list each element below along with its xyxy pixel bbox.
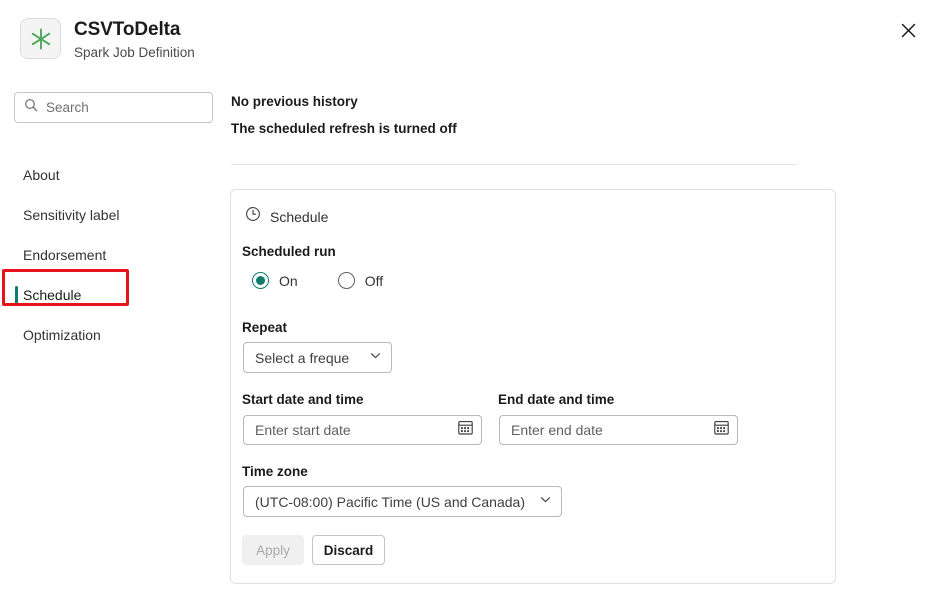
schedule-settings-panel: CSVToDelta Spark Job Definition Search A… xyxy=(0,0,942,594)
radio-label-off: Off xyxy=(365,273,383,289)
sidebar-item-label: Sensitivity label xyxy=(23,207,120,223)
chevron-down-icon xyxy=(369,349,382,367)
time-zone-value: (UTC-08:00) Pacific Time (US and Canada) xyxy=(255,494,525,510)
time-zone-dropdown[interactable]: (UTC-08:00) Pacific Time (US and Canada) xyxy=(243,486,562,517)
scheduled-run-radio-group: On Off xyxy=(252,272,383,289)
search-icon xyxy=(24,98,38,117)
search-placeholder: Search xyxy=(46,100,89,115)
start-date-placeholder: Enter start date xyxy=(255,422,351,438)
calendar-icon[interactable] xyxy=(457,419,474,441)
refresh-status-text: The scheduled refresh is turned off xyxy=(231,121,457,136)
repeat-label: Repeat xyxy=(242,320,287,335)
sidebar-item-about[interactable]: About xyxy=(0,155,215,195)
end-date-label: End date and time xyxy=(498,392,614,407)
radio-label-on: On xyxy=(279,273,298,289)
radio-dot-off xyxy=(338,272,355,289)
time-zone-label: Time zone xyxy=(242,464,308,479)
panel-header: CSVToDelta Spark Job Definition xyxy=(20,18,195,62)
scheduled-run-label: Scheduled run xyxy=(242,244,336,259)
start-date-input[interactable]: Enter start date xyxy=(243,415,482,445)
radio-dot-on xyxy=(252,272,269,289)
radio-scheduled-run-on[interactable]: On xyxy=(252,272,298,289)
clock-icon xyxy=(245,206,261,227)
schedule-card-title: Schedule xyxy=(270,209,328,225)
section-divider xyxy=(231,164,796,165)
sidebar-item-label: Optimization xyxy=(23,327,101,343)
sidebar-item-label: Endorsement xyxy=(23,247,106,263)
sidebar-item-endorsement[interactable]: Endorsement xyxy=(0,235,215,275)
repeat-frequency-value: Select a freque xyxy=(255,350,349,366)
calendar-icon[interactable] xyxy=(713,419,730,441)
repeat-frequency-dropdown[interactable]: Select a freque xyxy=(243,342,392,373)
sidebar-item-label: Schedule xyxy=(23,287,81,303)
start-date-label: Start date and time xyxy=(242,392,364,407)
sidebar-item-label: About xyxy=(23,167,60,183)
page-title: CSVToDelta xyxy=(74,18,195,41)
apply-button[interactable]: Apply xyxy=(242,535,304,565)
item-type-subtitle: Spark Job Definition xyxy=(74,44,195,62)
close-icon xyxy=(900,22,917,42)
close-button[interactable] xyxy=(892,16,924,48)
discard-button[interactable]: Discard xyxy=(312,535,385,565)
end-date-placeholder: Enter end date xyxy=(511,422,603,438)
end-date-input[interactable]: Enter end date xyxy=(499,415,738,445)
schedule-card-header: Schedule xyxy=(245,206,328,227)
chevron-down-icon xyxy=(539,493,552,511)
sidebar-nav: About Sensitivity label Endorsement Sche… xyxy=(0,155,215,355)
sidebar-item-schedule[interactable]: Schedule xyxy=(0,275,215,315)
sidebar-item-optimization[interactable]: Optimization xyxy=(0,315,215,355)
search-input[interactable]: Search xyxy=(14,92,213,123)
sidebar-item-sensitivity-label[interactable]: Sensitivity label xyxy=(0,195,215,235)
spark-job-asterisk-icon xyxy=(20,18,61,59)
header-titles: CSVToDelta Spark Job Definition xyxy=(74,18,195,62)
selected-indicator xyxy=(15,286,18,304)
history-status-text: No previous history xyxy=(231,94,358,109)
radio-scheduled-run-off[interactable]: Off xyxy=(338,272,383,289)
